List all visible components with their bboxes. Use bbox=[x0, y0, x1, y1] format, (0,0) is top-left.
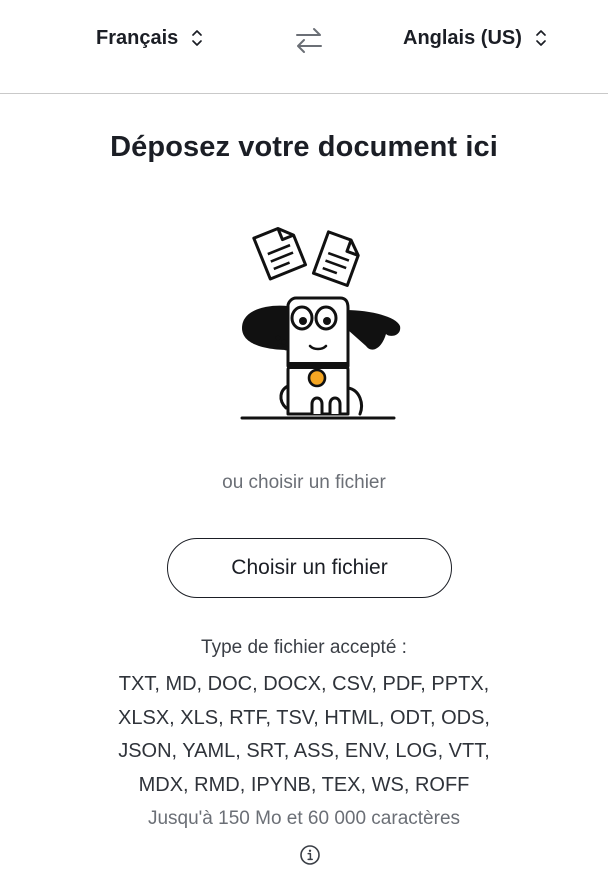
document-icon bbox=[311, 230, 360, 288]
accepted-formats-list: TXT, MD, DOC, DOCX, CSV, PDF, PPTX, XLSX… bbox=[0, 668, 608, 802]
dog-with-documents-illustration bbox=[240, 226, 401, 420]
or-choose-file-text: ou choisir un fichier bbox=[222, 472, 386, 493]
accepted-file-types-title: Type de fichier accepté : bbox=[201, 637, 407, 658]
language-bar: Français Anglais (US) bbox=[0, 0, 608, 94]
formats-line: XLSX, XLS, RTF, TSV, HTML, ODT, ODS, bbox=[118, 706, 490, 729]
document-icon bbox=[252, 226, 308, 281]
target-language-select[interactable]: Anglais (US) bbox=[403, 22, 548, 54]
info-icon[interactable] bbox=[299, 844, 321, 866]
dog-icon bbox=[242, 296, 401, 416]
drop-zone-title: Déposez votre document ici bbox=[110, 131, 498, 163]
swap-arrows-icon bbox=[296, 28, 322, 53]
chevron-up-down-icon bbox=[536, 30, 546, 46]
swap-languages-button[interactable] bbox=[292, 22, 326, 58]
size-limits-text: Jusqu'à 150 Mo et 60 000 caractères bbox=[147, 808, 461, 829]
source-language-select[interactable]: Français bbox=[96, 22, 204, 54]
chevron-up-down-icon bbox=[192, 30, 203, 46]
target-language-label: Anglais (US) bbox=[403, 26, 522, 49]
formats-line: TXT, MD, DOC, DOCX, CSV, PDF, PPTX, bbox=[118, 673, 490, 695]
formats-line: JSON, YAML, SRT, ASS, ENV, LOG, VTT, bbox=[118, 740, 490, 762]
source-language-label: Français bbox=[96, 26, 179, 49]
choose-file-button[interactable]: Choisir un fichier bbox=[167, 538, 452, 598]
formats-line: MDX, RMD, IPYNB, TEX, WS, ROFF bbox=[138, 773, 470, 796]
